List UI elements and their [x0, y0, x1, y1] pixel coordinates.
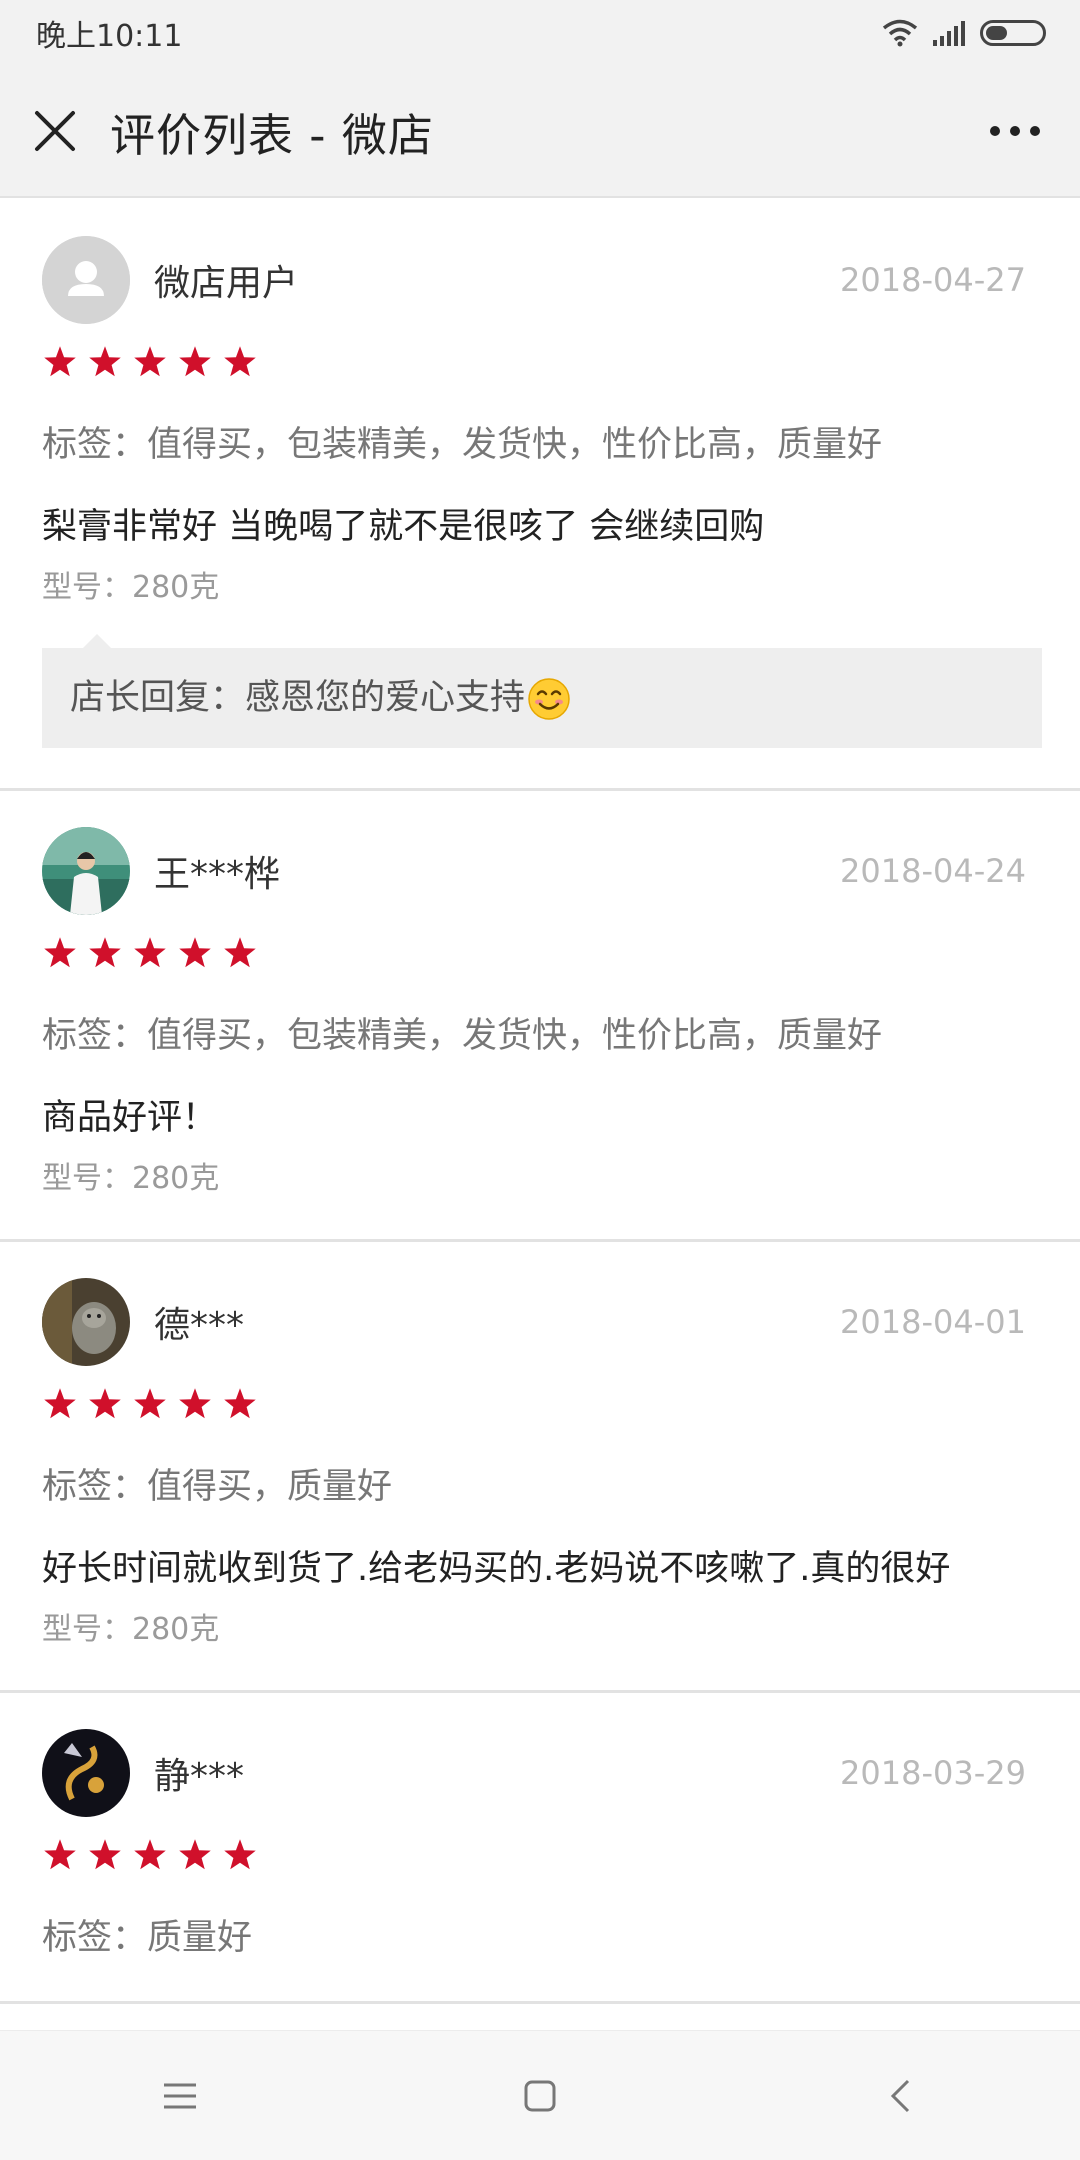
header: 评价列表 - 微店: [0, 66, 1080, 198]
rating-stars: [42, 1833, 1038, 1877]
status-bar: 晚上10:11: [0, 0, 1080, 66]
avatar[interactable]: [42, 1278, 130, 1366]
star-icon: [224, 346, 256, 377]
user-photo-icon: [42, 827, 130, 915]
review-list: 微店用户 2018-04-27 标签：值得买，包装精美，发货快，性价比高，质量好…: [0, 200, 1080, 2030]
star-icon: [44, 1388, 76, 1419]
review-content: 商品好评！: [42, 1098, 218, 1138]
star-icon: [89, 346, 121, 377]
star-icon: [44, 937, 76, 968]
review-model: 型号：280克: [42, 570, 220, 605]
status-icons: [882, 19, 1046, 47]
review-date: 2018-04-01: [840, 1303, 1026, 1341]
review-date: 2018-04-24: [840, 852, 1026, 890]
star-icon: [179, 1388, 211, 1419]
review-item: 德*** 2018-04-01 标签：值得买，质量好 好长时间就收到货了.给老妈…: [0, 1242, 1080, 1693]
default-user-icon: [42, 236, 130, 324]
star-icon: [89, 937, 121, 968]
star-icon: [224, 1388, 256, 1419]
menu-icon: [164, 2083, 196, 2108]
star-icon: [44, 346, 76, 377]
review-model: 型号：280克: [42, 1612, 220, 1647]
star-icon: [179, 937, 211, 968]
review-tags: 标签：值得买，质量好: [42, 1467, 393, 1507]
star-icon: [134, 346, 166, 377]
reviewer-name: 静***: [154, 1756, 245, 1797]
home-button[interactable]: [480, 2056, 600, 2136]
more-icon: [990, 126, 1000, 136]
star-icon: [44, 1839, 76, 1870]
avatar[interactable]: [42, 236, 130, 324]
avatar[interactable]: [42, 827, 130, 915]
star-icon: [134, 937, 166, 968]
reviewer-name: 微店用户: [154, 263, 299, 304]
review-item: 王***桦 2018-04-24 标签：值得买，包装精美，发货快，性价比高，质量…: [0, 791, 1080, 1242]
review-content: 好长时间就收到货了.给老妈买的.老妈说不咳嗽了.真的很好: [42, 1549, 951, 1589]
review-date: 2018-03-29: [840, 1754, 1026, 1792]
star-icon: [179, 1839, 211, 1870]
more-button[interactable]: [950, 65, 1080, 197]
star-icon: [89, 1388, 121, 1419]
reviewer-name: 王***桦: [154, 854, 281, 895]
star-icon: [134, 1839, 166, 1870]
back-button[interactable]: [840, 2056, 960, 2136]
user-photo-icon: [42, 1278, 130, 1366]
status-time: 晚上10:11: [36, 19, 183, 54]
star-icon: [224, 937, 256, 968]
menu-button[interactable]: [120, 2056, 240, 2136]
review-item: 静*** 2018-03-29 标签：质量好: [0, 1693, 1080, 2004]
review-model: 型号：280克: [42, 1161, 220, 1196]
review-item: 微店用户 2018-04-27 标签：值得买，包装精美，发货快，性价比高，质量好…: [0, 200, 1080, 791]
avatar[interactable]: [42, 1729, 130, 1817]
system-nav-bar: [0, 2030, 1080, 2160]
rating-stars: [42, 931, 1038, 975]
rating-stars: [42, 340, 1038, 384]
user-photo-icon: [42, 1729, 130, 1817]
wifi-icon: [882, 19, 918, 47]
star-icon: [134, 1388, 166, 1419]
smile-emoji-icon: [528, 678, 570, 720]
battery-icon: [980, 20, 1046, 46]
review-tags: 标签：质量好: [42, 1918, 253, 1958]
close-icon: [35, 111, 75, 151]
rating-stars: [42, 1382, 1038, 1426]
page-title: 评价列表 - 微店: [110, 108, 434, 162]
signal-icon: [933, 21, 965, 46]
star-icon: [179, 346, 211, 377]
review-date: 2018-04-27: [840, 261, 1026, 299]
reviewer-name: 德***: [154, 1305, 245, 1346]
star-icon: [224, 1839, 256, 1870]
star-icon: [89, 1839, 121, 1870]
review-tags: 标签：值得买，包装精美，发货快，性价比高，质量好: [42, 425, 883, 465]
back-icon: [890, 2079, 910, 2112]
review-content: 梨膏非常好 当晚喝了就不是很咳了 会继续回购: [42, 507, 765, 547]
seller-reply-text: 店长回复：感恩您的爱心支持: [70, 678, 526, 718]
close-button[interactable]: [0, 65, 110, 197]
seller-reply: 店长回复：感恩您的爱心支持: [42, 634, 1042, 748]
review-tags: 标签：值得买，包装精美，发货快，性价比高，质量好: [42, 1016, 883, 1056]
home-icon: [524, 2080, 556, 2111]
